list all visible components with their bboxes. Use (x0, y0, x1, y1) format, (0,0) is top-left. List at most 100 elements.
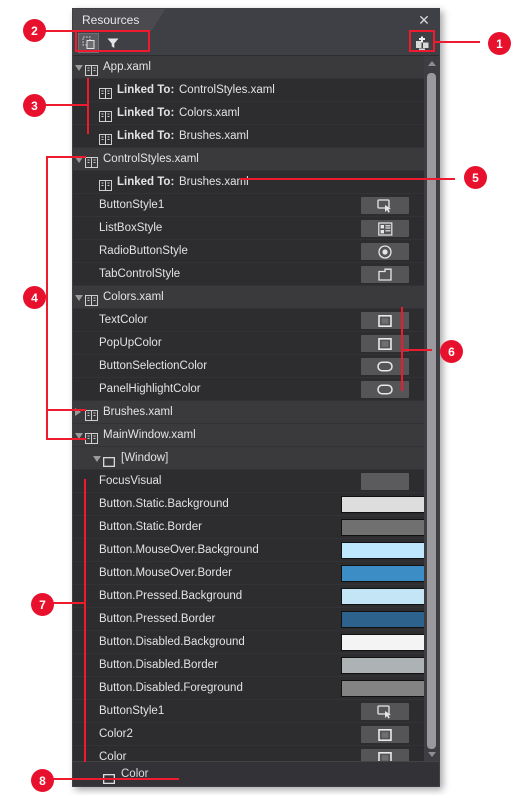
tree-row-radiobuttonstyle[interactable]: RadioButtonStyle (73, 240, 439, 263)
scroll-down-icon[interactable] (424, 747, 439, 762)
tree-row-label: RadioButtonStyle (99, 245, 188, 257)
linked-to-value: Brushes.xaml (179, 130, 249, 142)
callout-line-6 (402, 349, 432, 351)
resource-dictionary-icon (85, 154, 98, 168)
callout-marker-4: 4 (24, 287, 45, 308)
tree-row-window-node[interactable]: [Window] (73, 447, 439, 470)
callout-marker-3: 3 (24, 95, 45, 116)
tree-row-btn-pressed-bg[interactable]: Button.Pressed.Background (73, 585, 439, 608)
tree-row-label: Color2 (99, 728, 133, 740)
tree-row-popupcolor[interactable]: PopUpColor (73, 332, 439, 355)
tree-row-label: Button.MouseOver.Border (99, 567, 232, 579)
tree-row-focusvisual[interactable]: FocusVisual (73, 470, 439, 493)
tree-row-buttonselectioncolor[interactable]: ButtonSelectionColor (73, 355, 439, 378)
tree-row-panelhighlightcolor[interactable]: PanelHighlightColor (73, 378, 439, 401)
expander-expanded-icon[interactable] (93, 456, 101, 462)
tree-row-color1[interactable]: Color (73, 746, 439, 762)
tree-row-label: Button.Disabled.Border (99, 659, 218, 671)
tree-row-btn-static-border[interactable]: Button.Static.Border (73, 516, 439, 539)
tree-row-tabcontrolstyle[interactable]: TabControlStyle (73, 263, 439, 286)
callout-box-1-b (409, 50, 435, 52)
resource-dictionary-icon (85, 62, 98, 76)
expander-expanded-icon[interactable] (75, 65, 83, 71)
callout-marker-6: 6 (441, 341, 462, 362)
resource-dictionary-icon (99, 131, 112, 145)
resources-panel: Resources ✕ App.xaml Linked To: ControlS… (72, 8, 440, 787)
tree-row-btn-pressed-border[interactable]: Button.Pressed.Border (73, 608, 439, 631)
linked-to-label: Linked To: (117, 107, 175, 119)
tree-row-buttonstyle1-b[interactable]: ButtonStyle1 (73, 700, 439, 723)
window-icon (102, 769, 116, 793)
tree-row-label: [Window] (121, 452, 169, 464)
linked-to-label: Linked To: (117, 176, 175, 188)
tree-row-listboxstyle[interactable]: ListBoxStyle (73, 217, 439, 240)
tree-row-app-xaml[interactable]: App.xaml (73, 56, 439, 79)
tree-row-color2[interactable]: Color2 (73, 723, 439, 746)
linked-to-label: Linked To: (117, 130, 175, 142)
focus-visual-icon-button[interactable] (361, 473, 409, 490)
callout-marker-8: 8 (32, 770, 53, 791)
tree-vertical-scrollbar[interactable] (424, 56, 439, 762)
tree-row-btn-mouseover-bg[interactable]: Button.MouseOver.Background (73, 539, 439, 562)
callout-box-2-b (75, 50, 150, 52)
listbox-style-icon-button[interactable] (361, 220, 409, 237)
tab-resources[interactable]: Resources (73, 9, 165, 31)
callout-marker-2: 2 (24, 20, 45, 41)
scrollbar-thumb[interactable] (427, 73, 436, 749)
tree-row-label: Button.Pressed.Background (99, 590, 243, 602)
tree-row-colors-xaml[interactable]: Colors.xaml (73, 286, 439, 309)
callout-4-arm-b (46, 409, 86, 411)
callout-box-1-t (409, 30, 435, 32)
tree-row-label: Button.Static.Border (99, 521, 202, 533)
tree-row-btn-disabled-bg[interactable]: Button.Disabled.Background (73, 631, 439, 654)
tree-row-label: PanelHighlightColor (99, 383, 201, 395)
tab-strip: Resources ✕ (73, 9, 439, 31)
tree-row-btn-mouseover-border[interactable]: Button.MouseOver.Border (73, 562, 439, 585)
tree-row-buttonstyle1[interactable]: ButtonStyle1 (73, 194, 439, 217)
status-bar: Color (73, 761, 439, 786)
radiobutton-style-icon-button[interactable] (361, 243, 409, 260)
resource-tree[interactable]: App.xaml Linked To: ControlStyles.xaml Link… (73, 56, 439, 762)
tree-row-cs-link-1[interactable]: Linked To: Brushes.xaml (73, 171, 439, 194)
tree-row-textcolor[interactable]: TextColor (73, 309, 439, 332)
window-icon (102, 453, 116, 468)
button-style-icon-button[interactable] (361, 703, 409, 720)
linked-to-value: ControlStyles.xaml (179, 84, 275, 96)
tree-row-app-link-3[interactable]: Linked To: Brushes.xaml (73, 125, 439, 148)
resource-dictionary-icon (99, 108, 112, 122)
tree-row-controlstyles-xaml[interactable]: ControlStyles.xaml (73, 148, 439, 171)
callout-line-2 (41, 30, 77, 32)
tree-row-app-link-1[interactable]: Linked To: ControlStyles.xaml (73, 79, 439, 102)
expander-expanded-icon[interactable] (75, 295, 83, 301)
tree-row-brushes-xaml[interactable]: Brushes.xaml (73, 401, 439, 424)
tree-row-label: ButtonStyle1 (99, 199, 165, 211)
tree-row-label: Colors.xaml (103, 291, 164, 303)
tree-row-btn-disabled-fg[interactable]: Button.Disabled.Foreground (73, 677, 439, 700)
resource-dictionary-icon (85, 292, 98, 306)
callout-bracket-6 (401, 307, 403, 391)
tree-row-label: Button.Pressed.Border (99, 613, 216, 625)
callout-marker-7: 7 (32, 594, 53, 615)
callout-marker-5: 5 (465, 167, 486, 188)
tree-row-mainwindow-xaml[interactable]: MainWindow.xaml (73, 424, 439, 447)
tree-row-app-link-2[interactable]: Linked To: Colors.xaml (73, 102, 439, 125)
tree-row-label: Button.Static.Background (99, 498, 229, 510)
color-square-icon-button[interactable] (361, 726, 409, 743)
resource-dictionary-icon (85, 430, 98, 444)
callout-line-1 (434, 41, 480, 43)
tabcontrol-style-icon-button[interactable] (361, 266, 409, 283)
tree-row-label: TextColor (99, 314, 148, 326)
callout-line-3 (41, 104, 88, 106)
callout-bracket-3 (87, 78, 89, 134)
panel-toolbar (73, 31, 439, 56)
scroll-up-icon[interactable] (424, 56, 439, 71)
close-icon[interactable]: ✕ (415, 11, 433, 29)
callout-box-2-l (75, 30, 77, 52)
button-style-icon-button[interactable] (361, 197, 409, 214)
tree-row-btn-disabled-border[interactable]: Button.Disabled.Border (73, 654, 439, 677)
status-bar-label: Color (121, 768, 149, 780)
tree-row-label: ControlStyles.xaml (103, 153, 199, 165)
tree-row-btn-static-bg[interactable]: Button.Static.Background (73, 493, 439, 516)
tree-row-label: Brushes.xaml (103, 406, 173, 418)
callout-marker-1: 1 (489, 33, 510, 54)
